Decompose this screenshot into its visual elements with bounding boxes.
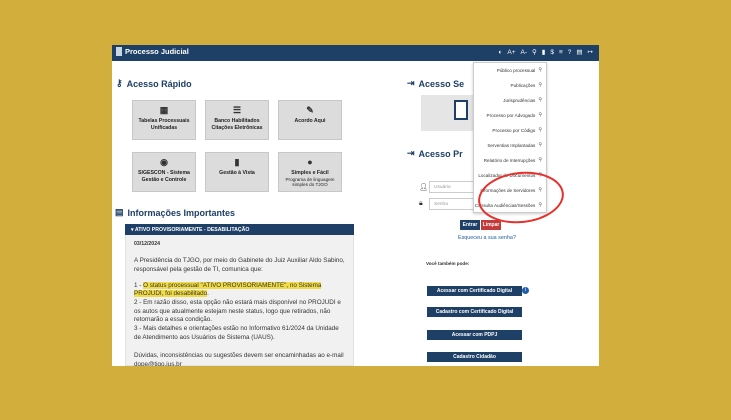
clear-button[interactable]: Limpar [481, 220, 501, 230]
menu-item-processo-codigo[interactable]: Processo por Código ⚲ [492, 127, 542, 133]
also-label: Você também pode: [426, 261, 470, 266]
help-icon[interactable]: ? [568, 49, 572, 56]
tile-simples-e-facil[interactable]: ● Simples e Fácil Programa de linguagem … [278, 152, 342, 192]
contrast-icon[interactable]: ◐ [498, 49, 502, 56]
top-navigation-bar: Processo Judicial ◐ A+ A- ⚲ ▮ $ ≡ ? ▤ ↦ [112, 45, 599, 61]
info-icon[interactable]: i [522, 287, 529, 294]
sistema-card-icon [454, 100, 468, 120]
edit-icon: ✎ [306, 105, 314, 115]
acesso-projudi-title: ⇥ Acesso Pr [407, 148, 463, 159]
highlighted-text: O status processual "ATIVO PROVISORIAMEN… [134, 281, 322, 298]
menu-item-relatorio-interrupcoes[interactable]: Relatório de Interrupções ⚲ [484, 157, 542, 163]
menu-item-processo-advogado[interactable]: Processo por Advogado ⚲ [487, 112, 542, 118]
dollar-icon[interactable]: $ [550, 49, 554, 56]
info-item-2: 2 - Em razão disso, esta opção não estar… [134, 298, 341, 324]
menu-icon[interactable]: ≡ [559, 49, 563, 56]
menu-item-serventias[interactable]: Serventias Implantadas ⚲ [487, 142, 542, 148]
search-icon: ⚲ [538, 127, 542, 133]
info-list-icon: ▤ [115, 207, 124, 217]
enter-button[interactable]: Entrar [460, 220, 480, 230]
tile-gestao-a-vista[interactable]: ▮ Gestão à Vista [205, 152, 269, 192]
pdpj-login-button[interactable]: Acessar com PDPJ [427, 330, 522, 340]
acesso-rapido-title: ⚷ Acesso Rápido [116, 78, 192, 89]
font-increase-icon[interactable]: A+ [507, 49, 515, 56]
menu-item-jurisprudencias[interactable]: Jurisprudências ⚲ [503, 97, 542, 103]
logout-icon[interactable]: ↦ [588, 48, 593, 56]
toolbar-icons: ◐ A+ A- ⚲ ▮ $ ≡ ? ▤ ↦ [498, 48, 593, 57]
grid-icon[interactable]: ▤ [576, 48, 582, 56]
lock-icon: 🔒︎ [419, 200, 423, 207]
informacoes-title: ▤ Informações Importantes [115, 207, 236, 218]
tile-acordo-aqui[interactable]: ✎ Acordo Aqui [278, 100, 342, 140]
tile-banco-habilitados[interactable]: ☰ Banco Habilitados Citações Eletrônicas [205, 100, 269, 140]
info-item-3: 3 - Mais detalhes e orientações estão no… [134, 324, 339, 341]
browser-screenshot: Processo Judicial ◐ A+ A- ⚲ ▮ $ ≡ ? ▤ ↦ … [112, 45, 599, 366]
sistema-card[interactable] [421, 95, 473, 131]
font-decrease-icon[interactable]: A- [521, 49, 528, 56]
app-title: Processo Judicial [125, 47, 189, 56]
login-arrow-icon: ⇥ [407, 148, 415, 158]
tile-tabelas-processuais[interactable]: ▦ Tabelas Processuais Unificadas [132, 100, 196, 140]
search-icon: ⚲ [538, 97, 542, 103]
info-item-1: 1 - O status processual "ATIVO PROVISORI… [134, 281, 322, 298]
certificate-register-button[interactable]: Cadastro com Certificado Digital [427, 307, 522, 317]
acesso-sistema-title: ⇥ Acesso Se [407, 78, 465, 89]
menu-item-publico-processual[interactable]: Público processual ⚲ [497, 67, 542, 73]
table-icon: ▦ [159, 105, 169, 115]
citizen-register-button[interactable]: Cadastro Cidadão [427, 352, 522, 362]
tjgo-logo-icon [116, 47, 122, 56]
brand[interactable]: Processo Judicial [116, 47, 189, 56]
document-icon[interactable]: ▮ [542, 48, 546, 56]
menu-item-publicacoes[interactable]: Publicações ⚲ [511, 82, 542, 88]
info-intro: A Presidência do TJGO, por meio do Gabin… [134, 257, 345, 273]
info-date: 03/12/2024 [134, 241, 160, 247]
search-icon: ⚲ [538, 67, 542, 73]
info-closing: Dúvidas, inconsistências ou sugestões de… [134, 352, 344, 366]
forgot-password-link[interactable]: Esqueceu a sua senha? [458, 235, 516, 241]
user-icon: 👤︎ [419, 184, 428, 191]
search-icon: ⚲ [538, 142, 542, 148]
bar-chart-icon: ▮ [234, 157, 240, 167]
list-icon: ☰ [232, 105, 242, 115]
certificate-login-button[interactable]: Acessar com Certificado Digital [427, 286, 522, 296]
search-icon: ⚲ [538, 157, 542, 163]
chat-icon: ● [307, 157, 313, 167]
search-icon: ⚲ [538, 82, 542, 88]
login-arrow-icon: ⇥ [407, 78, 415, 88]
sigescon-logo-icon: ◉ [160, 157, 168, 167]
info-content: 03/12/2024 A Presidência do TJGO, por me… [125, 235, 354, 366]
search-icon: ⚲ [538, 112, 542, 118]
search-icon[interactable]: ⚲ [532, 48, 537, 56]
info-banner[interactable]: ▾ ATIVO PROVISORIAMENTE - DESABILITAÇÃO [125, 224, 354, 235]
key-icon: ⚷ [116, 78, 123, 88]
tile-sigescon[interactable]: ◉ SIGESCON - Sistema Gestão e Controle [132, 152, 196, 192]
